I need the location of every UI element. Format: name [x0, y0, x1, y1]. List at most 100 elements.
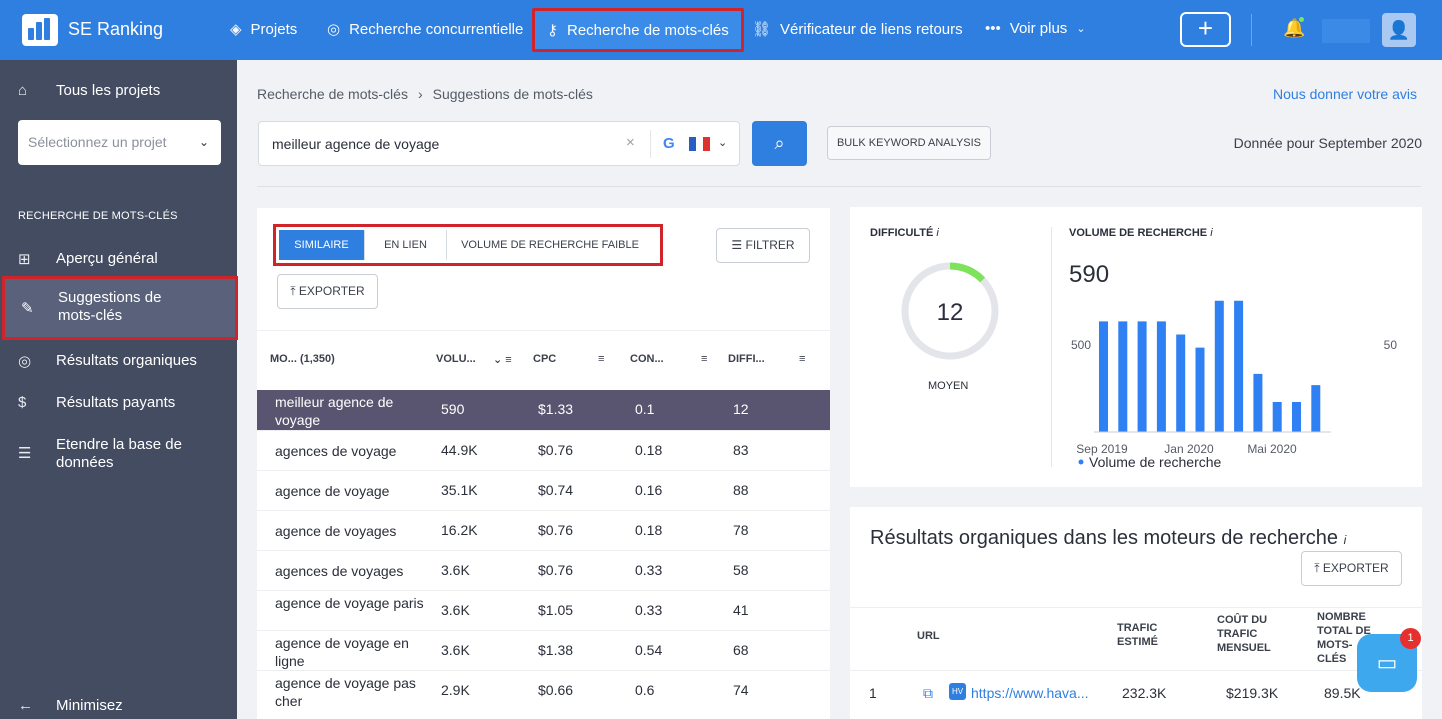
- table-row[interactable]: agence de voyage 35.1K $0.74 0.16 88: [257, 470, 830, 510]
- column-header-keyword[interactable]: MO... (1,350): [270, 353, 335, 365]
- search-value: meilleur agence de voyage: [272, 136, 440, 152]
- sidebar-item-apercu[interactable]: ⊞ Aperçu général: [0, 250, 237, 270]
- chart-legend-label: Volume de recherche: [1089, 454, 1222, 470]
- database-icon: ☰: [18, 445, 32, 462]
- add-button[interactable]: +: [1180, 12, 1231, 47]
- export-button[interactable]: ⤒ EXPORTER: [277, 274, 378, 309]
- column-header-traffic[interactable]: TRAFIC ESTIMÉ: [1117, 621, 1187, 649]
- avatar[interactable]: 👤: [1382, 13, 1416, 47]
- column-header-competition[interactable]: CON...: [630, 353, 664, 365]
- cell-competition: 0.54: [635, 642, 663, 658]
- feedback-link[interactable]: Nous donner votre avis: [1273, 86, 1417, 102]
- clear-icon[interactable]: ×: [626, 134, 635, 151]
- cell-difficulty: 83: [733, 442, 749, 458]
- chart-bar[interactable]: [1118, 321, 1128, 432]
- filter-icon: ☰: [731, 238, 743, 252]
- chart-bar[interactable]: [1292, 402, 1301, 432]
- sidebar-item-suggestions[interactable]: ✎ Suggestions de mots-clés: [2, 276, 238, 340]
- bulk-keyword-analysis-button[interactable]: BULK KEYWORD ANALYSIS: [827, 126, 991, 160]
- sidebar-item-label: Etendre la base de données: [56, 436, 182, 471]
- cell-keyword[interactable]: agences de voyage: [275, 442, 425, 460]
- column-header-url[interactable]: URL: [917, 629, 940, 643]
- chart-bar[interactable]: [1137, 321, 1147, 432]
- sort-filter-icon[interactable]: ⌄ ≡: [493, 353, 512, 366]
- table-row[interactable]: agences de voyage 44.9K $0.76 0.18 83: [257, 430, 830, 470]
- organic-url-link[interactable]: https://www.hava...: [971, 685, 1089, 701]
- chart-bar[interactable]: [1234, 300, 1244, 432]
- google-icon: G: [663, 135, 675, 152]
- column-header-cost[interactable]: COÛT DU TRAFIC MENSUEL: [1217, 613, 1287, 655]
- volume-label-text: VOLUME DE RECHERCHE: [1069, 227, 1208, 239]
- chart-bar[interactable]: [1214, 300, 1224, 432]
- pencil-icon: ✎: [21, 300, 34, 317]
- table-row[interactable]: agences de voyages 3.6K $0.76 0.33 58: [257, 550, 830, 590]
- arrow-left-icon: ←: [18, 697, 33, 714]
- tab-en-lien[interactable]: EN LIEN: [365, 230, 447, 260]
- grid-icon: ⊞: [18, 251, 31, 268]
- chart-bar[interactable]: [1156, 321, 1166, 432]
- tab-volume-faible[interactable]: VOLUME DE RECHERCHE FAIBLE: [447, 230, 653, 260]
- cell-keyword[interactable]: agence de voyage en ligne: [275, 634, 425, 670]
- tab-similaire[interactable]: SIMILAIRE: [279, 230, 365, 260]
- table-row[interactable]: agence de voyage pas cher 2.9K $0.66 0.6 74: [257, 670, 830, 710]
- sidebar-item-payants[interactable]: $ Résultats payants: [0, 394, 237, 414]
- search-button[interactable]: ⌕: [752, 121, 807, 166]
- se-ranking-logo-icon[interactable]: [22, 14, 58, 46]
- sidebar-minimize[interactable]: ← Minimisez: [0, 697, 237, 717]
- sidebar-item-all-projects[interactable]: ⌂ Tous les projets: [0, 82, 237, 102]
- cell-keyword[interactable]: agences de voyages: [275, 562, 425, 580]
- column-header-cpc[interactable]: CPC: [533, 353, 556, 365]
- nav-verificateur-liens[interactable]: ⛓ Vérificateur de liens retours: [752, 20, 963, 39]
- chart-bar[interactable]: [1195, 347, 1205, 432]
- chart-bar[interactable]: [1176, 334, 1186, 433]
- table-row[interactable]: meilleur agence de voyage 590 $1.33 0.1 12: [257, 390, 830, 430]
- sidebar-item-etendre[interactable]: ☰ Etendre la base de données: [0, 436, 237, 476]
- cell-keyword[interactable]: agence de voyage: [275, 482, 425, 500]
- filter-icon[interactable]: ≡: [701, 353, 707, 365]
- cell-keyword[interactable]: agence de voyages: [275, 522, 425, 540]
- nav-verificateur-liens-label: Vérificateur de liens retours: [780, 20, 963, 38]
- chart-bar[interactable]: [1253, 373, 1263, 432]
- chart-bar[interactable]: [1272, 402, 1282, 432]
- user-name-block[interactable]: [1322, 19, 1370, 43]
- cell-keyword[interactable]: agence de voyage pas cher: [275, 674, 425, 710]
- brand-name[interactable]: SE Ranking: [68, 19, 163, 40]
- key-icon: ⚷: [547, 22, 558, 39]
- keyword-search-input[interactable]: meilleur agence de voyage × G ⌄: [258, 121, 740, 166]
- sidebar-item-organiques[interactable]: ◎ Résultats organiques: [0, 352, 237, 372]
- cell-difficulty: 41: [733, 602, 749, 618]
- info-icon[interactable]: i: [1344, 533, 1347, 547]
- difficulty-label-text: DIFFICULTÉ: [870, 227, 934, 239]
- external-link-icon[interactable]: ⧉: [923, 685, 933, 702]
- info-icon[interactable]: i: [1210, 227, 1212, 239]
- cell-cpc: $1.33: [538, 401, 574, 417]
- organic-results-title: Résultats organiques dans les moteurs de…: [870, 527, 1346, 550]
- filter-icon[interactable]: ≡: [799, 353, 805, 365]
- divider: [850, 670, 1422, 671]
- cell-keyword[interactable]: agence de voyage paris: [275, 594, 425, 612]
- chart-bar[interactable]: [1099, 321, 1108, 432]
- organic-export-button[interactable]: ⤒ EXPORTER: [1301, 551, 1402, 586]
- table-row[interactable]: agence de voyages 16.2K $0.76 0.18 78: [257, 510, 830, 550]
- cell-volume: 3.6K: [441, 562, 470, 578]
- nav-recherche-concurrentielle[interactable]: ◎ Recherche concurrentielle: [327, 20, 523, 39]
- chart-bar[interactable]: [1311, 385, 1321, 432]
- project-select[interactable]: Sélectionnez un projet ⌄: [18, 120, 221, 165]
- column-header-difficulty[interactable]: DIFFI...: [728, 353, 765, 365]
- cell-cpc: $0.66: [538, 682, 574, 698]
- column-header-volume[interactable]: VOLU...: [436, 353, 476, 365]
- chevron-down-icon[interactable]: ⌄: [718, 136, 727, 149]
- nav-recherche-mots-cles[interactable]: ⚷ Recherche de mots-clés: [532, 8, 744, 52]
- table-row[interactable]: agence de voyage paris 3.6K $1.05 0.33 41: [257, 590, 830, 630]
- cell-keyword[interactable]: meilleur agence de voyage: [275, 393, 425, 429]
- filter-label: FILTRER: [745, 238, 795, 252]
- nav-voir-plus[interactable]: ••• Voir plus ⌄: [985, 20, 1086, 37]
- filter-button[interactable]: ☰ FILTRER: [716, 228, 810, 263]
- info-icon[interactable]: i: [936, 227, 938, 239]
- nav-projets[interactable]: ◈ Projets: [230, 20, 297, 39]
- difficulty-label: DIFFICULTÉ i: [870, 227, 939, 239]
- table-row[interactable]: agence de voyage en ligne 3.6K $1.38 0.54 68: [257, 630, 830, 670]
- filter-icon[interactable]: ≡: [598, 353, 604, 365]
- cell-volume: 3.6K: [441, 642, 470, 658]
- breadcrumb-item[interactable]: Recherche de mots-clés: [257, 86, 408, 102]
